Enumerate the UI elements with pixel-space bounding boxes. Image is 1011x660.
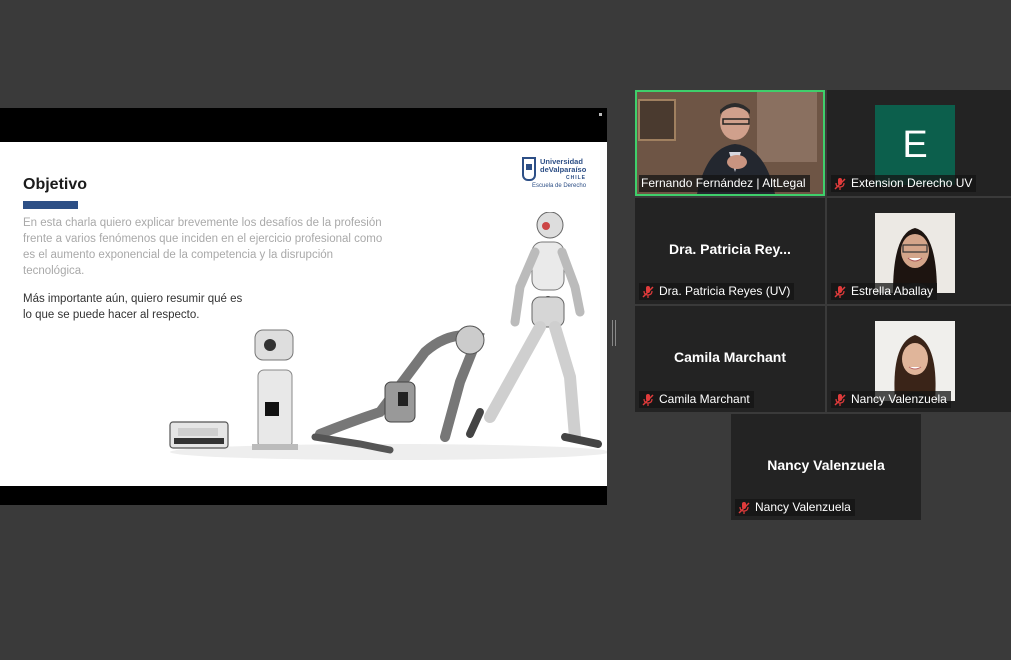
panel-resize-handle[interactable] bbox=[612, 320, 616, 346]
logo-line-2: deValparaíso bbox=[540, 165, 587, 174]
participant-label: Nancy Valenzuela bbox=[735, 499, 855, 516]
participant-tile[interactable]: Camila Marchant Camila Marchant bbox=[635, 306, 825, 412]
profile-photo-image bbox=[875, 321, 955, 401]
avatar: E bbox=[875, 105, 955, 185]
title-underline bbox=[23, 201, 78, 209]
logo-line-4: Escuela de Derecho bbox=[532, 183, 587, 189]
participant-label: Dra. Patricia Reyes (UV) bbox=[639, 283, 795, 300]
mic-muted-icon bbox=[834, 393, 846, 406]
participant-photo bbox=[875, 213, 955, 293]
participant-photo bbox=[875, 321, 955, 401]
presentation-slide: Objetivo En esta charla quiero explicar … bbox=[0, 142, 607, 486]
mic-muted-icon bbox=[834, 177, 846, 190]
participant-label: Estrella Aballay bbox=[831, 283, 938, 300]
participant-name: Nancy Valenzuela bbox=[851, 392, 947, 406]
participant-tile[interactable]: Nancy Valenzuela bbox=[827, 306, 1011, 412]
participant-name: Fernando Fernández | AltLegal bbox=[641, 176, 806, 190]
participant-display-name: Dra. Patricia Rey... bbox=[669, 241, 791, 257]
shared-screen: Objetivo En esta charla quiero explicar … bbox=[0, 108, 607, 505]
participant-label: Fernando Fernández | AltLegal bbox=[639, 175, 810, 192]
participant-name: Dra. Patricia Reyes (UV) bbox=[659, 284, 791, 298]
crest-icon bbox=[522, 157, 536, 181]
profile-photo-image bbox=[875, 213, 955, 293]
participant-label: Extension Derecho UV bbox=[831, 175, 977, 192]
robot-evolution-illustration bbox=[169, 212, 607, 460]
participant-name: Nancy Valenzuela bbox=[755, 500, 851, 514]
slide-title: Objetivo bbox=[23, 176, 88, 193]
participant-display-name: Nancy Valenzuela bbox=[767, 457, 885, 473]
share-indicator bbox=[599, 113, 602, 116]
participant-tile-speaker[interactable]: Fernando Fernández | AltLegal bbox=[635, 90, 825, 196]
mic-muted-icon bbox=[642, 285, 654, 298]
logo-line-3: CHILE bbox=[566, 175, 586, 181]
university-logo: Universidad deValparaíso CHILE Escuela d… bbox=[520, 156, 592, 196]
mic-muted-icon bbox=[738, 501, 750, 514]
participant-tile[interactable]: Nancy Valenzuela Nancy Valenzuela bbox=[731, 414, 921, 520]
participant-tile[interactable]: Estrella Aballay bbox=[827, 198, 1011, 304]
mic-muted-icon bbox=[834, 285, 846, 298]
participant-name: Extension Derecho UV bbox=[851, 176, 973, 190]
participant-tile[interactable]: E Extension Derecho UV bbox=[827, 90, 1011, 196]
participant-label: Camila Marchant bbox=[639, 391, 754, 408]
participant-name: Camila Marchant bbox=[659, 392, 750, 406]
participant-display-name: Camila Marchant bbox=[673, 349, 787, 365]
mic-muted-icon bbox=[642, 393, 654, 406]
participant-label: Nancy Valenzuela bbox=[831, 391, 951, 408]
participant-tile[interactable]: Dra. Patricia Rey... Dra. Patricia Reyes… bbox=[635, 198, 825, 304]
participant-name: Estrella Aballay bbox=[851, 284, 934, 298]
